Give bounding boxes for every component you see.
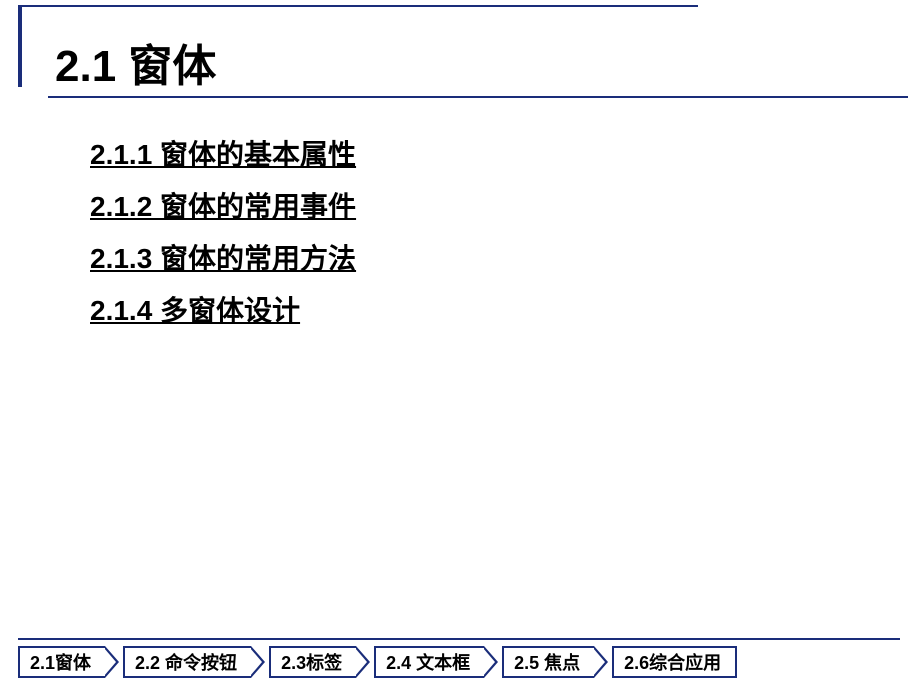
content: 2.1.1 窗体的基本属性 2.1.2 窗体的常用事件 2.1.3 窗体的常用方…: [0, 98, 920, 329]
bottom-nav: 2.1窗体 2.2 命令按钮 2.3标签 2.4 文本框 2.5 焦点 2.6综…: [18, 638, 920, 678]
nav-tab-24[interactable]: 2.4 文本框: [374, 646, 484, 678]
nav-tab-22[interactable]: 2.2 命令按钮: [123, 646, 251, 678]
nav-tab-21[interactable]: 2.1窗体: [18, 646, 105, 678]
title-container: 2.1 窗体: [0, 0, 920, 98]
topic-link-214[interactable]: 2.1.4 多窗体设计: [90, 289, 920, 329]
title-top-bar: [18, 5, 698, 7]
title-left-bar: [18, 5, 22, 87]
nav-tab-23[interactable]: 2.3标签: [269, 646, 356, 678]
page-title: 2.1 窗体: [0, 30, 920, 98]
topic-link-213[interactable]: 2.1.3 窗体的常用方法: [90, 237, 920, 277]
topic-link-211[interactable]: 2.1.1 窗体的基本属性: [90, 133, 920, 173]
title-underline: [48, 96, 908, 98]
nav-tab-25[interactable]: 2.5 焦点: [502, 646, 594, 678]
nav-tab-26[interactable]: 2.6综合应用: [612, 646, 737, 678]
topic-link-212[interactable]: 2.1.2 窗体的常用事件: [90, 185, 920, 225]
nav-tabs: 2.1窗体 2.2 命令按钮 2.3标签 2.4 文本框 2.5 焦点 2.6综…: [18, 640, 920, 678]
